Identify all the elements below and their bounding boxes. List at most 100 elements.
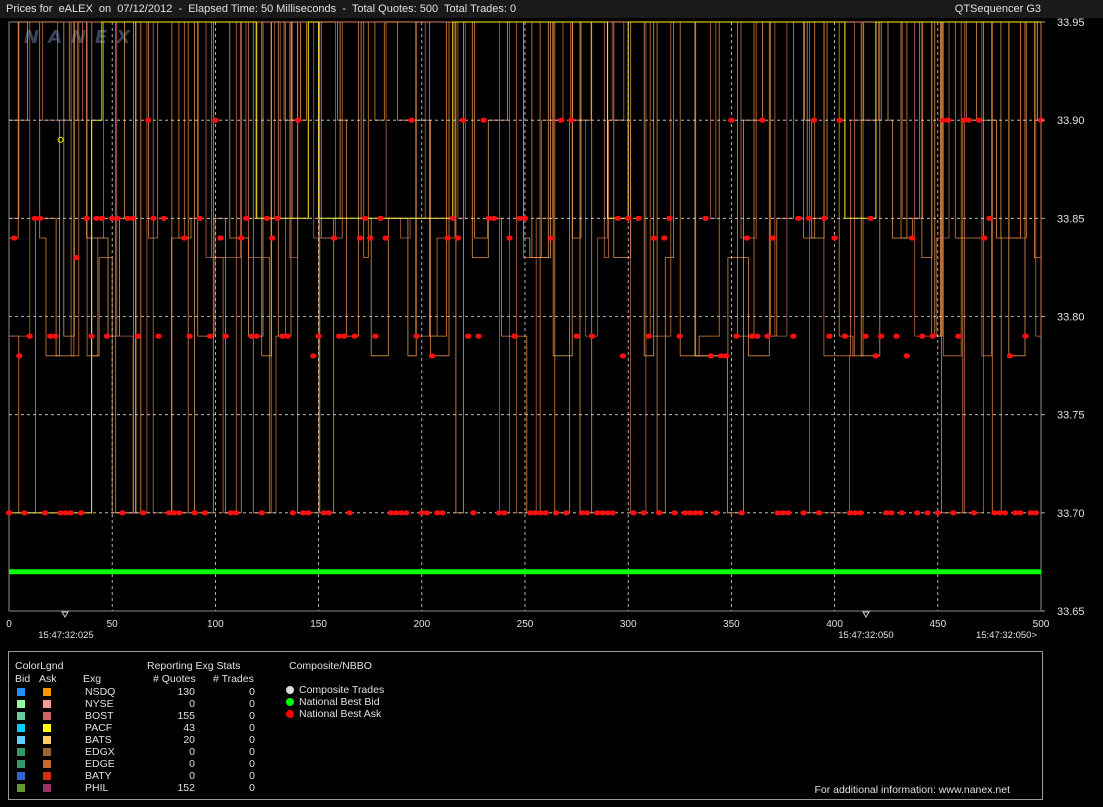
- y-tick-label: 33.65: [1057, 606, 1085, 618]
- ask-marker: [145, 117, 152, 123]
- ask-marker: [893, 333, 900, 339]
- ask-marker: [423, 510, 431, 516]
- ask-marker: [1022, 333, 1029, 339]
- ask-marker: [16, 353, 23, 359]
- exchange-quotes: 0: [189, 758, 195, 770]
- ask-marker: [619, 353, 627, 359]
- ask-marker: [52, 333, 59, 339]
- time-marker-arrow: [61, 611, 69, 618]
- time-marker-arrow: [862, 611, 870, 618]
- bid-color-swatch: [17, 700, 25, 708]
- ask-marker: [382, 235, 389, 241]
- time-label: 15:47:32:025: [38, 630, 93, 641]
- exchange-trades: 0: [249, 698, 255, 710]
- ask-marker: [790, 333, 797, 339]
- ask-marker: [377, 215, 384, 221]
- bid-color-swatch: [17, 712, 25, 720]
- ask-color-swatch: [43, 700, 51, 708]
- x-tick-label: 450: [929, 619, 946, 630]
- ask-marker: [841, 333, 849, 339]
- ask-marker: [656, 510, 663, 516]
- ask-marker: [929, 333, 936, 339]
- exchange-trades: 0: [249, 758, 255, 770]
- time-label: 15:47:32:050: [838, 630, 893, 641]
- ask-color-swatch: [43, 748, 51, 756]
- exg-column-label: Exg: [83, 673, 102, 685]
- ask-marker: [470, 510, 477, 516]
- ask-marker: [557, 117, 565, 123]
- ask-marker: [785, 510, 792, 516]
- y-tick-label: 33.70: [1057, 508, 1085, 520]
- ask-marker: [1032, 510, 1040, 516]
- ask-marker: [552, 510, 560, 516]
- exchange-quotes: 130: [177, 686, 195, 698]
- ask-marker: [88, 333, 95, 339]
- ask-marker: [645, 333, 652, 339]
- y-tick-label: 33.80: [1057, 312, 1085, 324]
- exchange-quotes: 20: [183, 734, 195, 746]
- exchange-name: PHIL: [85, 782, 109, 794]
- ask-marker: [361, 215, 369, 221]
- legend-panel: ColorLgnd Bid Ask Exg Reporting Exg Stat…: [8, 651, 1043, 800]
- ask-marker: [351, 333, 358, 339]
- ask-marker: [805, 215, 812, 221]
- ask-marker: [258, 510, 265, 516]
- ask-marker: [511, 333, 518, 339]
- x-tick-label: 0: [6, 619, 12, 630]
- color-legend-title: ColorLgnd: [15, 660, 64, 672]
- y-tick-label: 33.95: [1057, 17, 1085, 29]
- exchange-quotes: 152: [177, 782, 195, 794]
- ask-marker: [862, 333, 869, 339]
- ask-marker: [1001, 510, 1009, 516]
- ask-marker: [547, 235, 554, 241]
- ask-marker: [289, 510, 296, 516]
- ask-marker: [294, 117, 302, 123]
- ask-marker: [588, 333, 596, 339]
- exchange-quotes: 0: [189, 746, 195, 758]
- ask-marker: [403, 510, 410, 516]
- ask-marker: [898, 510, 905, 516]
- ask-marker: [26, 333, 33, 339]
- ask-marker: [78, 510, 85, 516]
- ask-marker: [21, 510, 28, 516]
- ask-marker: [826, 333, 833, 339]
- bid-column-label: Bid: [15, 673, 31, 685]
- composite-legend-label: Composite Trades: [299, 684, 385, 696]
- ask-marker: [325, 510, 333, 516]
- ask-marker: [114, 215, 121, 221]
- ask-marker: [975, 117, 983, 123]
- bid-color-swatch: [17, 724, 25, 732]
- price-chart: NANEX 33.95 33.90 33.85 33.80 33.75 33.70 33.65…: [5, 17, 1085, 641]
- ask-marker: [269, 235, 276, 241]
- ask-marker: [238, 235, 245, 241]
- exchange-name: EDGX: [85, 746, 115, 758]
- ask-marker: [986, 215, 993, 221]
- ask-marker: [315, 333, 322, 339]
- ask-marker: [712, 510, 720, 516]
- ask-marker: [186, 333, 193, 339]
- bid-color-swatch: [17, 760, 25, 768]
- ask-marker: [11, 235, 18, 241]
- ask-color-swatch: [43, 688, 51, 696]
- ask-marker: [232, 510, 240, 516]
- ask-marker: [372, 333, 379, 339]
- ask-marker: [5, 510, 13, 516]
- ask-marker: [723, 353, 730, 359]
- ask-marker: [207, 333, 214, 339]
- exchange-name: EDGE: [85, 758, 115, 770]
- ask-marker: [310, 353, 317, 359]
- ask-marker: [222, 333, 229, 339]
- nanex-watermark: NANEX: [24, 27, 139, 48]
- exchange-name: NSDQ: [85, 686, 116, 698]
- ask-marker: [754, 333, 761, 339]
- ask-marker: [676, 333, 683, 339]
- ask-marker: [356, 235, 364, 241]
- ask-marker: [475, 333, 482, 339]
- ask-marker: [155, 333, 162, 339]
- ask-marker: [103, 333, 111, 339]
- ask-marker: [733, 333, 740, 339]
- exchange-trades: 0: [249, 686, 255, 698]
- ask-marker: [465, 333, 472, 339]
- exchange-name: BATS: [85, 734, 112, 746]
- y-tick-label: 33.90: [1057, 115, 1085, 127]
